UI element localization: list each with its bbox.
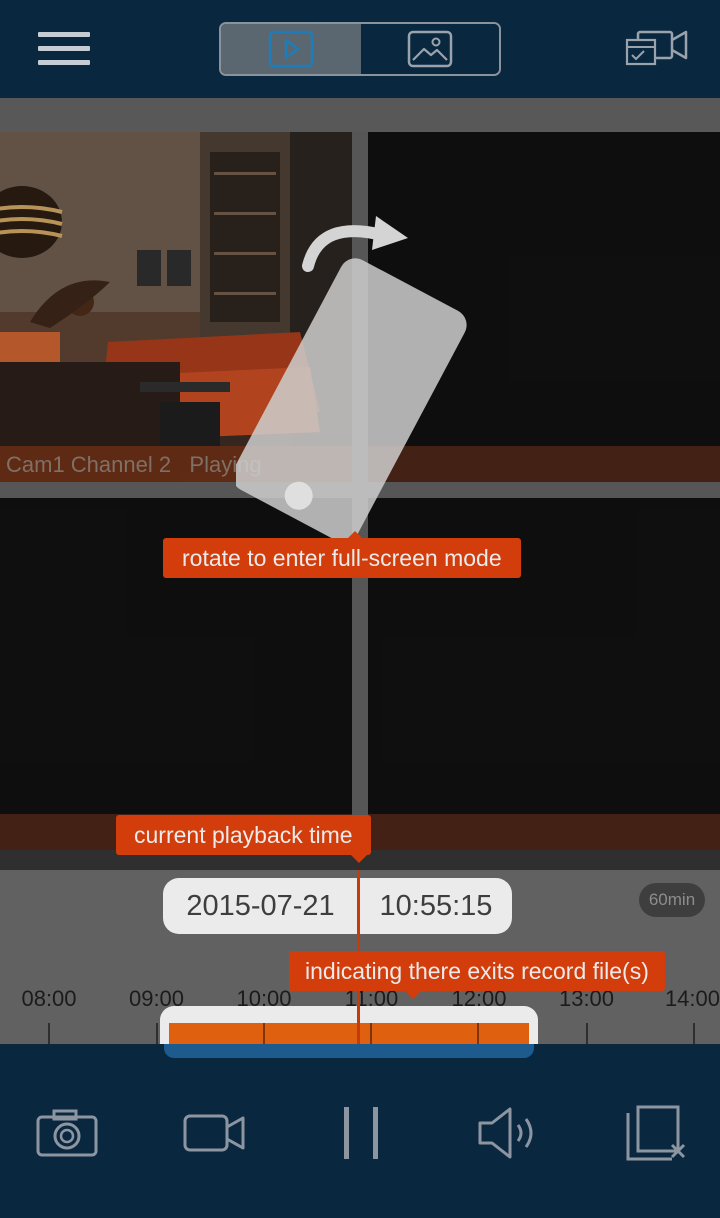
close-window-button[interactable] [626, 1102, 688, 1164]
hamburger-menu-icon[interactable] [38, 32, 90, 68]
top-bar [0, 0, 720, 98]
tick-mark [585, 1023, 588, 1044]
close-window-icon [626, 1105, 686, 1161]
tile-status-label: Cam1 Channel 2 Playing [6, 452, 262, 477]
current-time-tip: current playback time [116, 815, 371, 863]
pause-icon [344, 1107, 378, 1159]
tile-status-bar: Cam1 Channel 2 Playing [0, 446, 352, 482]
pause-button[interactable] [340, 1102, 382, 1164]
play-icon [268, 30, 314, 68]
tick-mark [48, 1023, 50, 1044]
tile-status-bar [368, 446, 720, 482]
playback-time: 10:55:15 [379, 889, 493, 922]
volume-icon [478, 1107, 533, 1159]
record-segment[interactable] [169, 1023, 529, 1044]
tick-mark [693, 1023, 695, 1044]
video-tile-2[interactable] [368, 132, 720, 482]
record-file-tip: indicating there exits record file(s) [289, 951, 665, 999]
video-grid: Cam1 Channel 2 Playing [0, 132, 720, 850]
record-segment-divider [370, 1023, 372, 1044]
tick-mark [155, 1023, 158, 1044]
zoom-level-badge[interactable]: 60min [639, 883, 705, 917]
tile-status-bar [368, 814, 720, 850]
camera-snapshot-icon [36, 1109, 98, 1157]
volume-button[interactable] [476, 1102, 540, 1164]
record-video-button[interactable] [183, 1102, 247, 1164]
video-tile-1[interactable]: Cam1 Channel 2 Playing [0, 132, 352, 482]
record-segment-divider [477, 1023, 479, 1044]
mode-switch [219, 22, 501, 76]
living-room-video-frame [0, 132, 352, 482]
image-icon [407, 30, 453, 68]
playback-datetime[interactable]: 2015-07-21 10:55:15 [163, 878, 512, 934]
record-range-edge [164, 1044, 534, 1058]
grid-top-gap [0, 98, 720, 132]
playback-date: 2015-07-21 [186, 889, 335, 922]
snapshot-mode-tab[interactable] [361, 24, 499, 74]
video-record-icon [183, 1114, 245, 1152]
record-segment-divider [263, 1023, 265, 1044]
rotate-tip: rotate to enter full-screen mode [163, 531, 521, 578]
tick-label: 08:00 [21, 986, 77, 1011]
playback-mode-tab[interactable] [221, 24, 361, 74]
camera-list-icon[interactable] [624, 26, 690, 70]
snapshot-button[interactable] [36, 1102, 98, 1164]
control-bar [0, 1044, 720, 1218]
